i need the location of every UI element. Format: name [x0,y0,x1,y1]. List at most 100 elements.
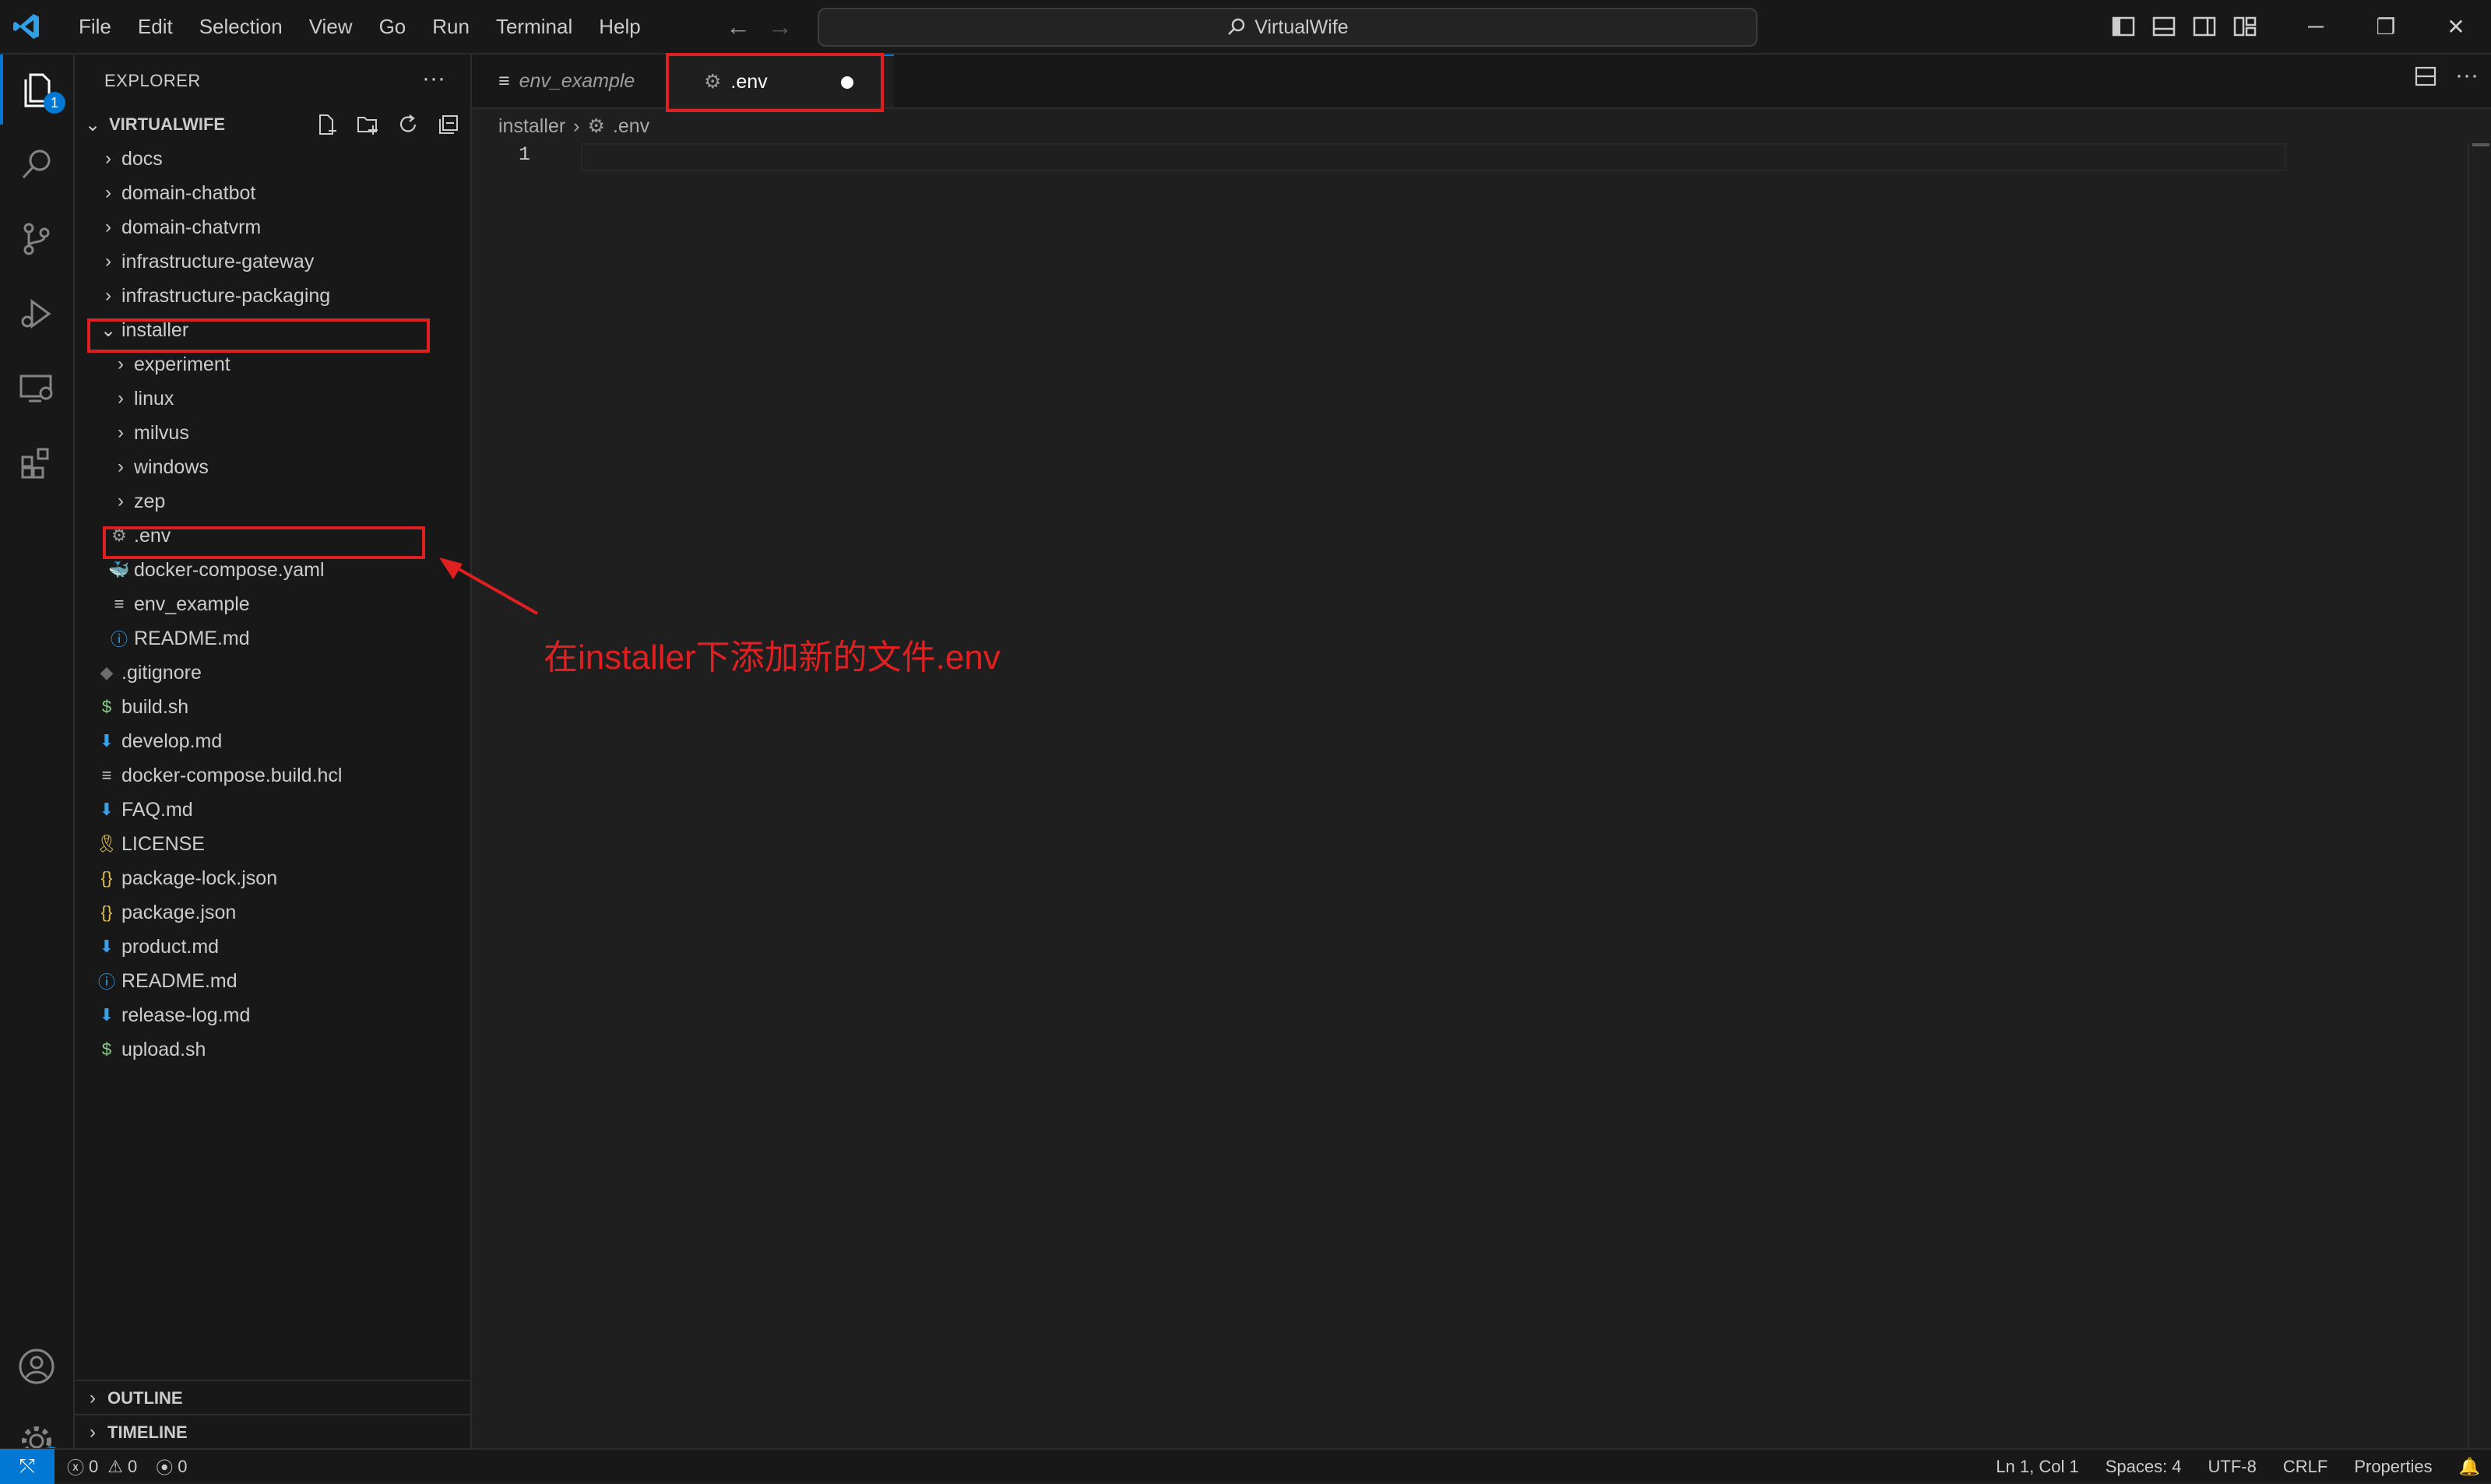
collapse-all-icon[interactable] [433,109,464,140]
tree-item-installer-readme[interactable]: ⓘ README.md [75,621,470,656]
broadcast-icon: ⦿ [156,1458,174,1478]
extensions-icon[interactable] [0,428,73,498]
tab-env-example[interactable]: ≡ env_example [472,55,667,107]
accounts-icon[interactable] [0,1331,73,1401]
tree-item-infrastructure-gateway[interactable]: › infrastructure-gateway [75,244,470,279]
menu-help[interactable]: Help [586,0,653,53]
forward-arrow-icon[interactable]: → [766,11,794,42]
more-actions-icon[interactable]: ··· [422,65,445,92]
annotation-arrow-icon [439,557,538,615]
tree-item-product-md[interactable]: ⬇ product.md [75,930,470,964]
menu-edit[interactable]: Edit [125,0,186,53]
toggle-secondary-sidebar-icon[interactable] [2184,0,2225,53]
tree-item-develop-md[interactable]: ⬇ develop.md [75,724,470,758]
breadcrumb-file[interactable]: .env [613,115,649,138]
navigation-arrows: ← → [724,11,794,42]
breadcrumb-folder[interactable]: installer [498,115,565,138]
menu-go[interactable]: Go [366,0,420,53]
cursor-position[interactable]: Ln 1, Col 1 [1996,1457,2078,1477]
menu-run[interactable]: Run [419,0,483,53]
project-actions [311,109,464,140]
explorer-sidebar: EXPLORER ··· ⌄ VIRTUALWIFE › docs › doma… [75,55,472,1448]
ports-status[interactable]: ⦿ 0 [156,1454,187,1479]
encoding[interactable]: UTF-8 [2208,1457,2257,1477]
shell-dollar-icon: $ [101,697,112,716]
menu-file[interactable]: File [65,0,125,53]
tree-item-docker-compose-build-hcl[interactable]: ≡ docker-compose.build.hcl [75,758,470,793]
notifications-bell-icon[interactable]: 🔔 [2459,1457,2480,1477]
error-icon: ⓧ [67,1458,85,1478]
editor-actions: ··· [2413,64,2479,93]
tree-item-license[interactable]: 🎗 LICENSE [75,827,470,861]
search-icon [1228,18,1245,35]
close-icon[interactable]: ✕ [2421,0,2491,53]
source-control-icon[interactable] [0,204,73,274]
chevron-right-icon: › [118,491,124,512]
run-debug-icon[interactable] [0,279,73,349]
docker-whale-icon: 🐳 [108,560,130,579]
search-view-icon[interactable] [0,129,73,199]
chevron-right-icon: › [105,216,111,237]
timeline-section-header[interactable]: › TIMELINE [75,1414,470,1450]
split-editor-icon[interactable] [2413,64,2438,93]
tree-item-zep[interactable]: › zep [75,484,470,519]
scrollbar[interactable] [2468,143,2491,1448]
toggle-panel-icon[interactable] [2144,0,2184,53]
new-folder-icon[interactable] [352,109,383,140]
more-actions-icon[interactable]: ··· [2455,64,2479,93]
remote-indicator-icon[interactable]: ⤲ [0,1449,55,1484]
tree-item-infrastructure-packaging[interactable]: › infrastructure-packaging [75,279,470,313]
outline-section-header[interactable]: › OUTLINE [75,1380,470,1415]
project-header[interactable]: ⌄ VIRTUALWIFE [75,107,470,142]
menu-terminal[interactable]: Terminal [483,0,586,53]
menu-bar: File Edit Selection View Go Run Terminal… [65,0,654,53]
tree-item-windows[interactable]: › windows [75,450,470,484]
tree-item-package-json[interactable]: {} package.json [75,895,470,930]
tree-item-package-lock-json[interactable]: {} package-lock.json [75,861,470,895]
line-number: 1 [519,143,531,166]
chevron-right-icon: › [105,285,111,306]
text-lines-icon: ≡ [114,594,125,614]
explorer-icon[interactable]: 1 [0,55,73,125]
language-mode[interactable]: Properties [2354,1457,2432,1477]
remote-explorer-icon[interactable] [0,353,73,424]
restore-icon[interactable]: ❐ [2351,0,2421,53]
new-file-icon[interactable] [311,109,343,140]
refresh-icon[interactable] [392,109,424,140]
tree-item-env-example[interactable]: ≡ env_example [75,587,470,621]
tree-item-readme-md[interactable]: ⓘ README.md [75,964,470,998]
tree-item-milvus[interactable]: › milvus [75,416,470,450]
minimize-icon[interactable]: ─ [2281,0,2351,53]
vscode-logo-icon [13,14,39,39]
json-braces-icon: {} [100,868,113,888]
tree-item-linux[interactable]: › linux [75,382,470,416]
tree-item-gitignore[interactable]: ◆ .gitignore [75,656,470,690]
project-title: VIRTUALWIFE [109,114,226,134]
tree-item-build-sh[interactable]: $ build.sh [75,690,470,724]
markdown-arrow-icon: ⬇ [99,937,114,956]
json-braces-icon: {} [100,902,113,922]
tree-item-domain-chatbot[interactable]: › domain-chatbot [75,176,470,210]
toggle-primary-sidebar-icon[interactable] [2103,0,2144,53]
shell-dollar-icon: $ [101,1039,112,1059]
markdown-arrow-icon: ⬇ [99,800,114,819]
menu-selection[interactable]: Selection [186,0,296,53]
chevron-right-icon: › [105,251,111,272]
tree-item-domain-chatvrm[interactable]: › domain-chatvrm [75,210,470,244]
menu-view[interactable]: View [296,0,366,53]
chevron-right-icon: › [105,182,111,203]
tree-item-upload-sh[interactable]: $ upload.sh [75,1032,470,1067]
problems-status[interactable]: ⓧ 0 ⚠ 0 [67,1454,137,1479]
code-editor[interactable]: 1 [472,143,2491,1448]
chevron-right-icon: › [573,114,580,137]
indentation[interactable]: Spaces: 4 [2106,1457,2182,1477]
explorer-header: EXPLORER ··· [104,55,463,107]
line-ending[interactable]: CRLF [2283,1457,2327,1477]
command-center-search[interactable]: VirtualWife [818,8,1757,47]
tree-item-release-log-md[interactable]: ⬇ release-log.md [75,998,470,1032]
annotation-box-env-tab [666,53,884,112]
customize-layout-icon[interactable] [2225,0,2265,53]
tree-item-docs[interactable]: › docs [75,142,470,176]
back-arrow-icon[interactable]: ← [724,11,752,42]
tree-item-faq-md[interactable]: ⬇ FAQ.md [75,793,470,827]
